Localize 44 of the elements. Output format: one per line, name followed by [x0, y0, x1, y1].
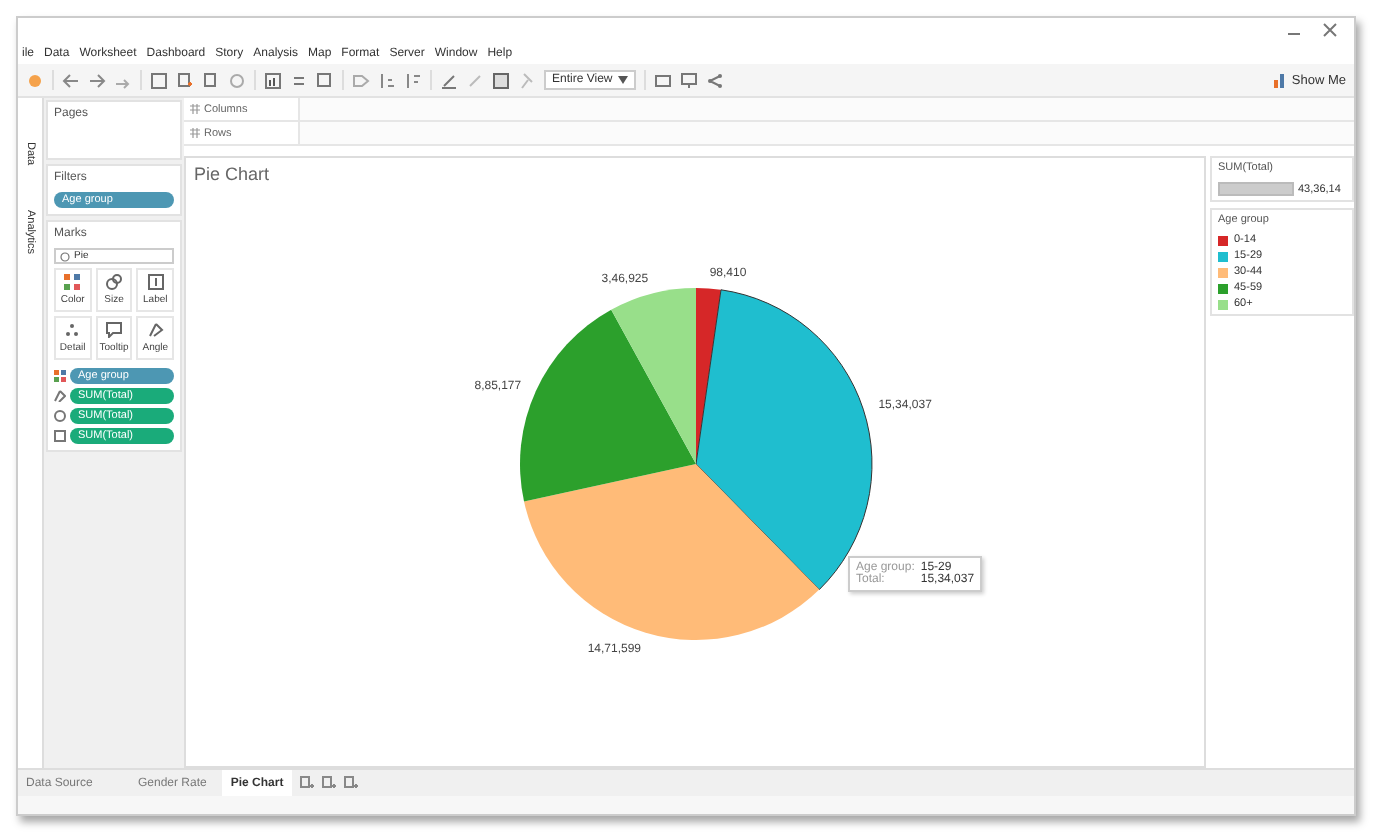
pie-slice[interactable] [523, 464, 819, 640]
forward-arrow-icon[interactable] [88, 71, 106, 89]
duplicate-icon[interactable] [202, 71, 220, 89]
label-icon [147, 274, 164, 290]
close-icon[interactable] [1322, 22, 1338, 38]
size-icon [105, 274, 122, 290]
grid-icon [190, 128, 200, 138]
grid-icon [190, 104, 200, 114]
logo-icon[interactable] [26, 71, 44, 89]
size-icon [54, 410, 66, 422]
refresh-icon[interactable] [228, 71, 246, 89]
color-icon [64, 274, 81, 290]
pie-slice[interactable] [610, 288, 695, 464]
pin-icon[interactable] [518, 71, 536, 89]
card-icon[interactable] [654, 71, 673, 89]
pen-icon[interactable] [466, 71, 484, 89]
new-sheet-icon[interactable] [176, 71, 194, 89]
share-icon[interactable] [706, 71, 725, 89]
pen-icon[interactable] [440, 71, 458, 89]
save-icon[interactable] [150, 71, 168, 89]
swap-icon[interactable] [290, 71, 308, 89]
sheet-title: Pie Chart [192, 162, 272, 188]
angle-icon [147, 322, 164, 338]
back-arrow-icon[interactable] [62, 71, 80, 89]
tag-icon[interactable] [352, 71, 370, 89]
new-story-icon[interactable] [343, 776, 358, 790]
pie-slice[interactable] [519, 309, 695, 502]
chart-icon[interactable] [264, 71, 282, 89]
pie-icon [60, 251, 70, 261]
new-dashboard-icon[interactable] [321, 776, 336, 790]
sort-descending-icon[interactable] [404, 71, 422, 89]
tooltip-icon [105, 322, 122, 338]
sort-ascending-icon[interactable] [378, 71, 396, 89]
size-legend-bar [1218, 182, 1294, 196]
color-icon [54, 370, 66, 382]
layout-icon[interactable] [492, 71, 510, 89]
new-sheet-icon[interactable] [299, 776, 314, 790]
bar-chart-icon [1273, 73, 1288, 87]
detail-icon [64, 322, 81, 338]
monitor-icon[interactable] [680, 71, 699, 89]
caret-icon [618, 76, 629, 84]
clear-icon[interactable] [316, 71, 334, 89]
label-icon [54, 430, 66, 442]
angle-icon [54, 390, 66, 402]
